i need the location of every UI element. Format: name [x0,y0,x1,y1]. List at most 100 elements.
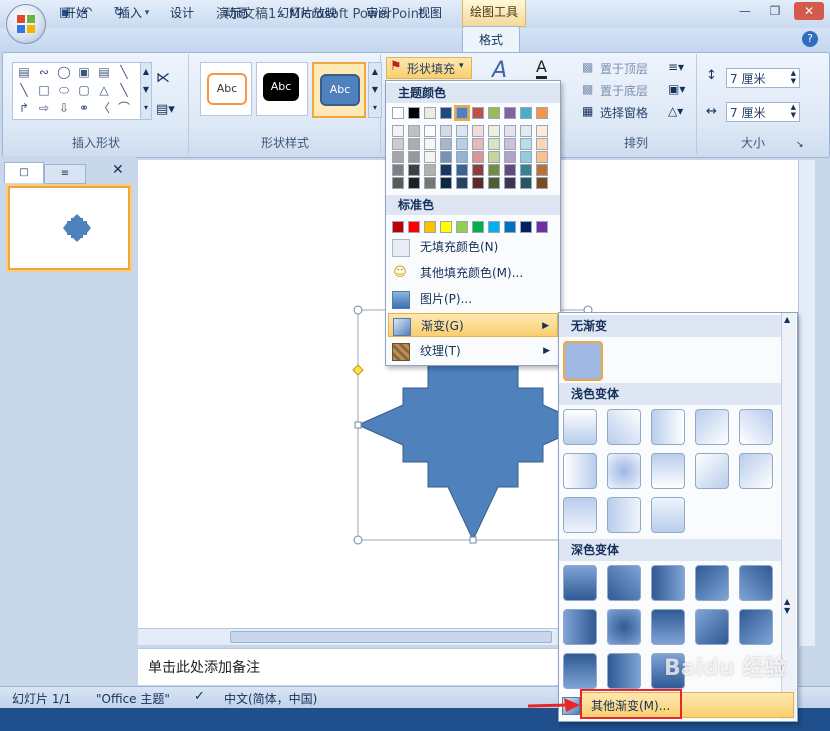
text-box-icon[interactable]: ▤▾ [156,102,175,117]
dark-gradient-tile[interactable] [695,609,729,645]
shape-height-input[interactable]: 7 厘米 ▲ ▼ [726,68,800,88]
light-gradient-tile[interactable] [739,453,773,489]
send-to-back-button[interactable]: 置于底层 [600,82,648,99]
theme-shade-swatch[interactable] [456,125,468,137]
light-gradient-tile[interactable] [739,409,773,445]
theme-shade-swatch[interactable] [392,177,404,189]
no-fill-item[interactable]: 无填充颜色(N) [388,235,558,259]
theme-shade-swatch[interactable] [440,138,452,150]
scroll-down-icon[interactable]: ▲ ▼ [784,597,790,615]
dark-gradient-tile[interactable] [739,565,773,601]
freeform-icon[interactable]: ⚭ [75,100,93,116]
text-fill-icon[interactable]: A [536,58,547,79]
theme-shade-swatch[interactable] [520,177,532,189]
shape-width-input[interactable]: 7 厘米 ▲ ▼ [726,102,800,122]
dark-gradient-tile[interactable] [651,565,685,601]
diagonal-line-2-icon[interactable]: ╲ [115,82,133,98]
tab-format[interactable]: 格式 [462,26,520,53]
triangle-icon[interactable]: △ [95,82,113,98]
office-button[interactable] [6,4,46,44]
no-gradient-tile[interactable] [563,341,603,381]
theme-shade-swatch[interactable] [440,164,452,176]
dark-gradient-tile[interactable] [739,609,773,645]
theme-color-swatch[interactable] [392,107,404,119]
arc-icon[interactable]: ⌒ [115,100,133,116]
theme-shade-swatch[interactable] [424,164,436,176]
close-icon[interactable]: ✕ [794,2,824,20]
light-gradient-tile[interactable] [651,409,685,445]
rectangle-icon[interactable]: □ [35,82,53,98]
style-gallery-scroll[interactable]: ▲ ▼ ▾ [368,62,382,118]
theme-shade-swatch[interactable] [504,125,516,137]
theme-color-swatch[interactable] [520,107,532,119]
theme-color-swatch[interactable] [440,107,452,119]
theme-shade-swatch[interactable] [440,125,452,137]
dark-gradient-tile[interactable] [651,609,685,645]
theme-shade-swatch[interactable] [504,151,516,163]
standard-color-swatch[interactable] [424,221,436,233]
standard-color-swatch[interactable] [520,221,532,233]
dark-gradient-tile[interactable] [607,609,641,645]
rotate-icon[interactable]: △▾ [668,104,683,118]
shape-fill-button[interactable]: ⚑ 形状填充 ▾ [386,57,472,79]
light-gradient-tile[interactable] [651,497,685,533]
oval-icon[interactable]: ⬭ [55,82,73,98]
theme-shade-swatch[interactable] [536,125,548,137]
theme-color-swatch[interactable] [408,107,420,119]
scroll-up-icon[interactable]: ▲ [784,315,790,324]
theme-shade-swatch[interactable] [408,177,420,189]
theme-shade-swatch[interactable] [472,138,484,150]
spinner-icon[interactable]: ▲ ▼ [791,69,796,85]
standard-color-swatch[interactable] [488,221,500,233]
theme-color-swatch[interactable] [488,107,500,119]
theme-shade-swatch[interactable] [408,151,420,163]
right-arrow-icon[interactable]: ⇨ [35,100,53,116]
theme-shade-swatch[interactable] [536,164,548,176]
style-preview-black[interactable]: Abc [256,62,308,116]
gradient-item[interactable]: 渐变(G) ▶ [388,313,558,337]
theme-shade-swatch[interactable] [536,138,548,150]
close-pane-icon[interactable]: ✕ [112,162,124,178]
more-colors-item[interactable]: ☺ 其他填充颜色(M)... [388,261,558,285]
light-gradient-tile[interactable] [563,497,597,533]
theme-shade-swatch[interactable] [536,151,548,163]
theme-shade-swatch[interactable] [520,151,532,163]
scroll-thumb[interactable] [230,631,552,643]
theme-shade-swatch[interactable] [424,125,436,137]
group-objects-icon[interactable]: ▣▾ [668,82,685,96]
down-arrow-icon[interactable]: ⇩ [55,100,73,116]
textbox-shape-icon[interactable]: ▤ [15,64,33,80]
light-gradient-tile[interactable] [607,409,641,445]
theme-shade-swatch[interactable] [408,138,420,150]
style-preview-orange[interactable]: Abc [200,62,252,116]
rect-shape-icon[interactable]: ▣ [75,64,93,80]
theme-shade-swatch[interactable] [456,138,468,150]
dark-gradient-tile[interactable] [563,609,597,645]
theme-shade-swatch[interactable] [424,177,436,189]
theme-shade-swatch[interactable] [456,151,468,163]
dark-gradient-tile[interactable] [607,653,641,689]
light-gradient-tile[interactable] [563,453,597,489]
tab-animations[interactable]: 动画 [218,3,254,23]
standard-color-swatch[interactable] [440,221,452,233]
selection-pane-button[interactable]: 选择窗格 [600,104,648,121]
theme-shade-swatch[interactable] [408,125,420,137]
picture-item[interactable]: 图片(P)... [388,287,558,311]
theme-shade-swatch[interactable] [456,177,468,189]
spinner-icon[interactable]: ▲ ▼ [791,103,796,119]
theme-shade-swatch[interactable] [424,138,436,150]
tab-slideshow[interactable]: 幻灯片放映 [272,3,342,23]
theme-shade-swatch[interactable] [488,177,500,189]
vertical-scrollbar[interactable] [798,160,815,646]
light-gradient-tile[interactable] [607,497,641,533]
tab-home[interactable]: 开始 [58,3,94,23]
bring-to-front-icon[interactable]: ▩ [582,60,593,74]
theme-shade-swatch[interactable] [504,177,516,189]
callout-shape-icon[interactable]: ◯ [55,64,73,80]
standard-color-swatch[interactable] [456,221,468,233]
edit-shape-icon[interactable]: ⋉ [156,70,170,86]
curve-shape-icon[interactable]: ∾ [35,64,53,80]
light-gradient-tile[interactable] [607,453,641,489]
theme-shade-swatch[interactable] [472,177,484,189]
help-icon[interactable]: ? [802,31,818,47]
